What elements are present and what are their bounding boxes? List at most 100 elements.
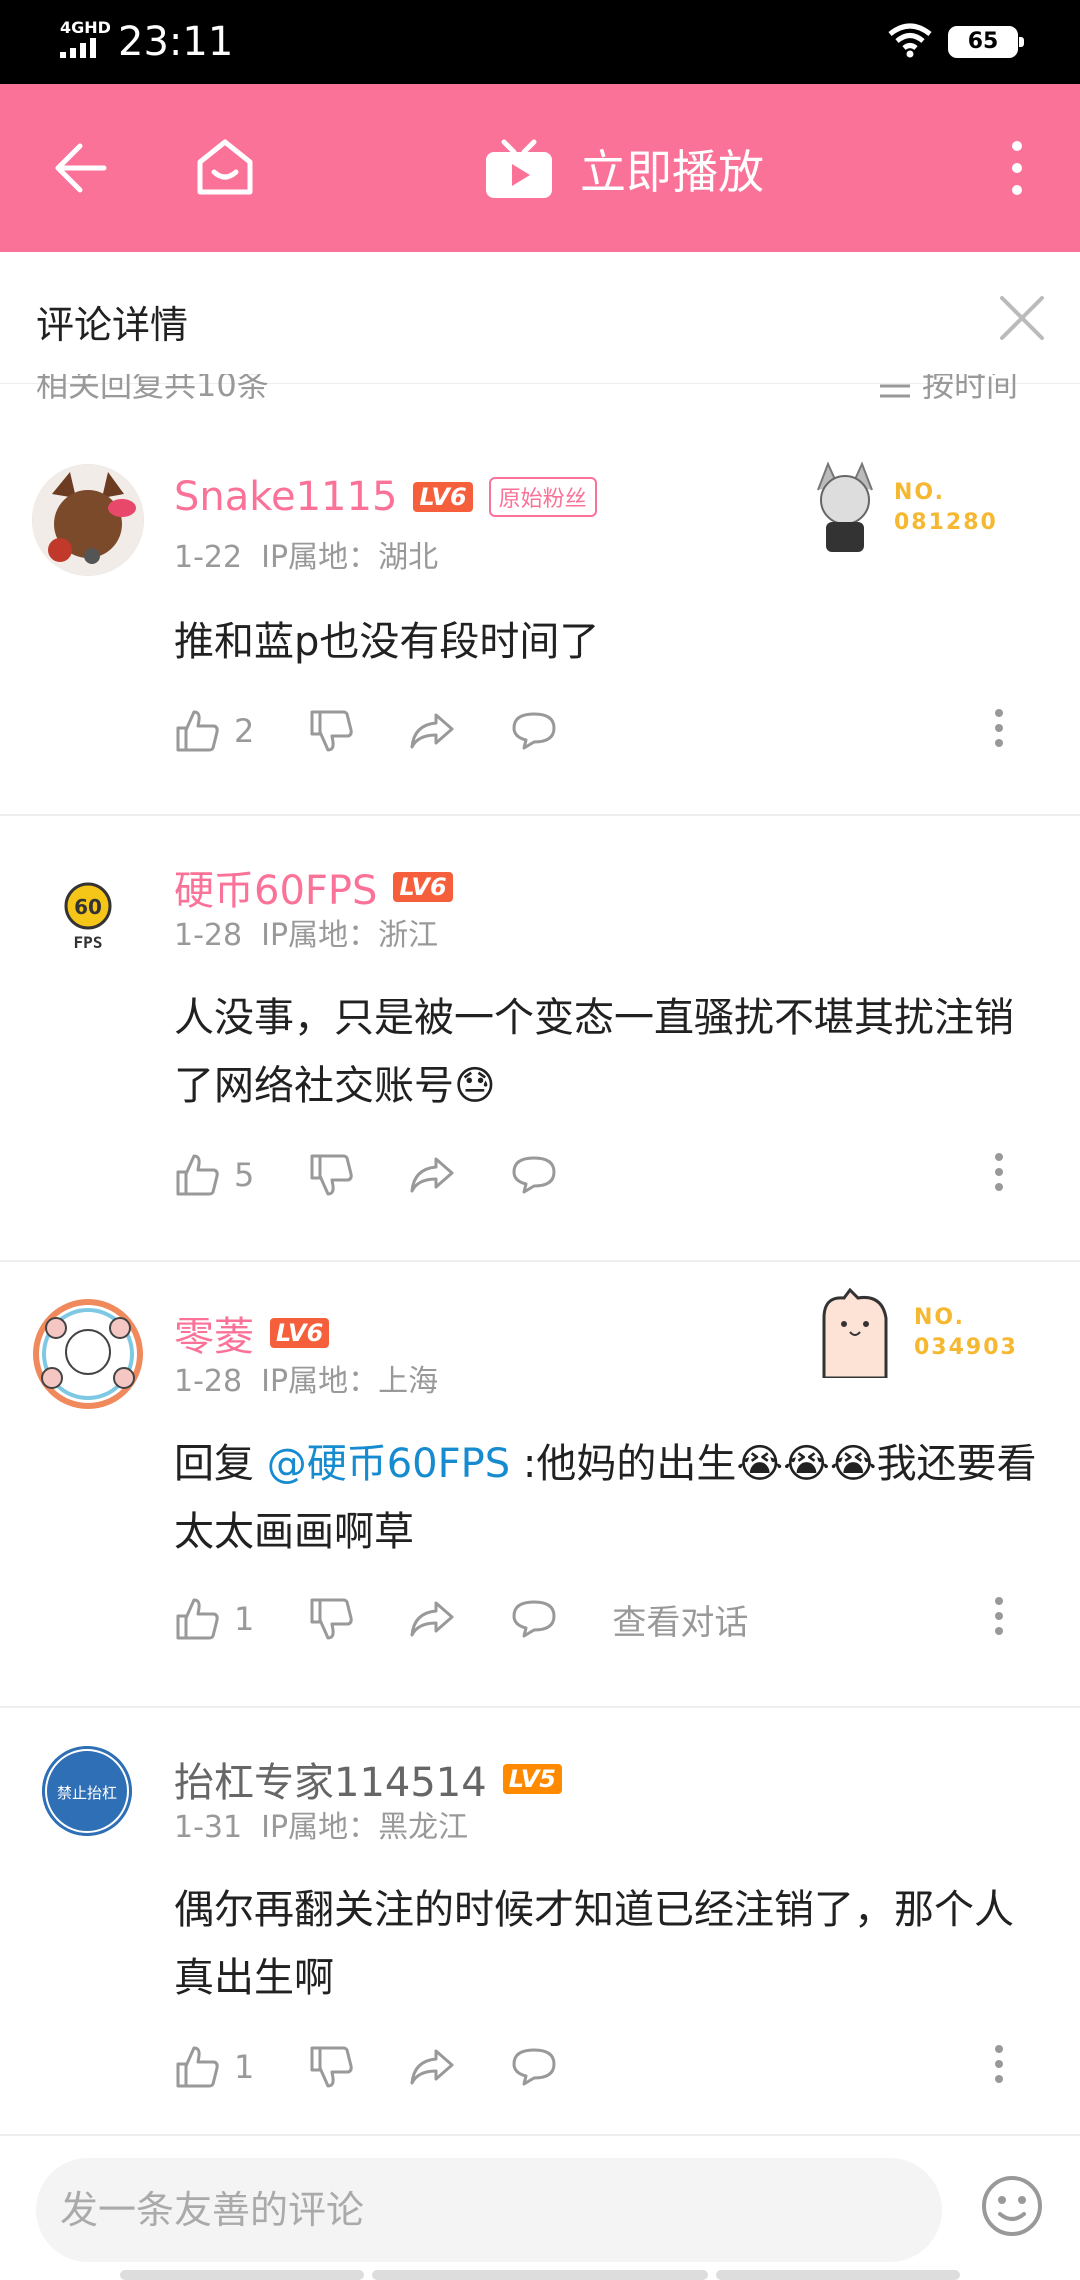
dislike-button[interactable] [308,1152,354,1198]
comment-meta: 1-28 IP属地：上海 [174,1356,438,1400]
comment-meta: 1-31 IP属地：黑龙江 [174,1802,468,1846]
comment-body: 人没事，只是被一个变态一直骚扰不堪其扰注销了网络社交账号 [174,995,1014,1109]
home-icon[interactable] [194,136,256,198]
sort-label: 按时间 [922,374,1019,402]
avatar[interactable]: 禁止抬杠 [42,1746,132,1836]
back-arrow-icon[interactable] [54,142,108,194]
more-vertical-icon[interactable] [994,1596,1004,1636]
share-button[interactable] [408,2047,456,2087]
like-button[interactable]: 1 [174,1596,254,1642]
share-button[interactable] [408,1599,456,1639]
avatar-image [32,464,144,576]
avatar-image [33,1299,143,1409]
comment-text: 偶尔再翻关注的时候才知道已经注销了，那个人真出生啊 [174,1887,1014,2001]
nav-gesture-bar [120,2270,364,2280]
comment-meta: 1-22 IP属地：湖北 [174,532,438,576]
mention-link[interactable]: @硬币60FPS [267,1441,510,1487]
like-button[interactable]: 5 [174,1152,254,1198]
dislike-button[interactable] [308,1596,354,1642]
share-icon [410,1157,454,1193]
thumbs-up-icon [176,710,219,752]
network-type: 4GHD [60,18,111,37]
comment-date: 1-28 [174,1364,243,1399]
share-button[interactable] [408,1155,456,1195]
comment-actions: 1 [174,2042,1004,2092]
sort-toggle[interactable]: 按时间 [878,374,1018,402]
fan-card-avatar-icon [822,1288,888,1378]
chat-bubble-icon [512,1600,556,1638]
comment-date: 1-28 [174,918,243,953]
comment-actions: 5 [174,1150,1004,1200]
emoji: 😭😭😭 [736,1441,877,1487]
fan-badge: 原始粉丝 [488,477,597,517]
reply-button[interactable] [510,1154,558,1196]
reply-prefix: 回复 [174,1441,267,1487]
emoji-icon[interactable] [980,2174,1044,2238]
thumbs-down-icon [310,1154,354,1196]
thumbs-down-icon [310,2046,354,2088]
reply-button[interactable] [510,2046,558,2088]
fan-number: NO. 034903 [914,1305,1018,1360]
comment-input[interactable]: 发一条友善的评论 [36,2158,942,2262]
view-thread-link[interactable]: 查看对话 [612,1595,748,1644]
comment-composer: 发一条友善的评论 [0,2134,1080,2280]
level-badge: LV6 [413,482,473,512]
username[interactable]: 硬币60FPS [174,858,377,916]
wifi-icon [888,23,932,58]
nav-gesture-bar [716,2270,960,2280]
like-button[interactable]: 2 [174,708,254,754]
like-button[interactable]: 1 [174,2044,254,2090]
status-bar: 4GHD 23:11 65 [0,0,1080,84]
avatar[interactable] [32,464,144,576]
avatar[interactable]: 60 FPS [32,860,144,972]
comment-text: 推和蓝p也没有段时间了 [174,619,600,665]
comment-ip: IP属地：浙江 [261,918,439,953]
share-icon [410,713,454,749]
more-vertical-icon[interactable] [994,708,1004,748]
close-icon[interactable] [998,294,1046,342]
emoji: 😓 [454,1063,496,1109]
chat-bubble-icon [512,1156,556,1194]
comment-body: :他妈的出生 [510,1441,737,1487]
more-vertical-icon[interactable] [1010,140,1024,196]
reply-button[interactable] [510,710,558,752]
comment-meta: 1-28 IP属地：浙江 [174,910,438,954]
fan-number: NO. 081280 [894,480,998,535]
like-count: 5 [234,1156,255,1194]
comment-text: 人没事，只是被一个变态一直骚扰不堪其扰注销了网络社交账号😓 [174,984,1044,1120]
reply-button[interactable] [510,1598,558,1640]
username[interactable]: 抬杠专家114514 [174,1750,487,1808]
level-badge: LV6 [270,1318,330,1348]
nav-gesture-bar [372,2270,708,2280]
comment-item: Snake1115 LV6 原始粉丝 NO. 081280 1-22 IP属地：… [0,402,1080,816]
username[interactable]: Snake1115 [174,474,397,520]
share-button[interactable] [408,711,456,751]
share-icon [410,1601,454,1637]
comment-item: 零菱 LV6 NO. 034903 1-28 IP属地：上海 回复 @硬币60F… [0,1262,1080,1708]
reply-count: 相关回复共10条 [36,374,269,402]
avatar[interactable] [32,1298,144,1410]
comment-item: 禁止抬杠 抬杠专家114514 LV5 1-31 IP属地：黑龙江 偶尔再翻关注… [0,1708,1080,2134]
comment-detail-header: 评论详情 [0,252,1080,384]
thumbs-down-icon [310,710,354,752]
reply-summary-bar: 相关回复共10条 按时间 [0,374,1080,402]
username[interactable]: 零菱 [174,1304,254,1362]
fan-card-avatar-icon [817,461,873,552]
avatar-text: 禁止抬杠 [57,1784,117,1802]
clock: 23:11 [118,19,234,65]
chat-bubble-icon [512,712,556,750]
more-vertical-icon[interactable] [994,2044,1004,2084]
comment-item: 60 FPS 硬币60FPS LV6 1-28 IP属地：浙江 人没事，只是被一… [0,816,1080,1262]
sort-icon [880,384,910,398]
thumbs-up-icon [176,2046,219,2088]
more-vertical-icon[interactable] [994,1152,1004,1192]
dislike-button[interactable] [308,2044,354,2090]
comment-ip: IP属地：上海 [261,1364,439,1399]
comment-ip: IP属地：湖北 [261,540,439,575]
dislike-button[interactable] [308,708,354,754]
comment-actions: 2 [174,706,1004,756]
play-now-button[interactable]: 立即播放 [484,136,764,202]
fan-card: NO. 034903 [810,1288,1018,1378]
level-badge: LV5 [502,1764,562,1794]
level-badge: LV6 [393,872,453,902]
